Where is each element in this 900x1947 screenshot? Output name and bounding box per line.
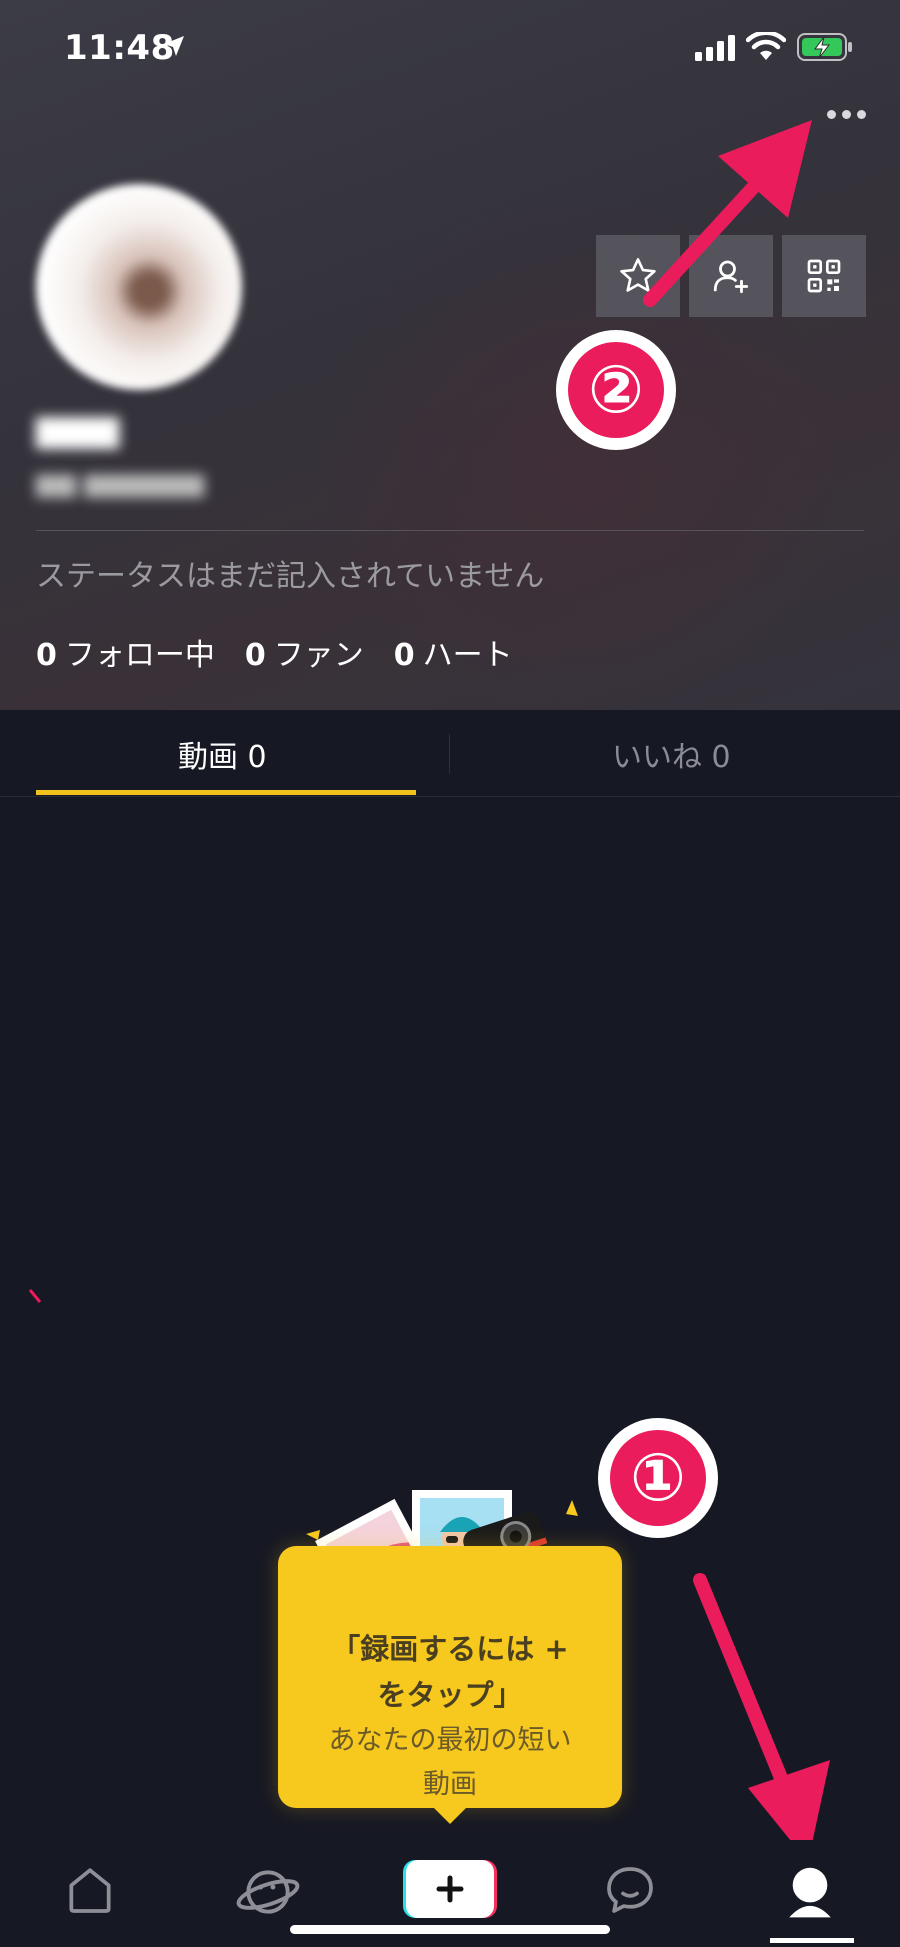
home-icon[interactable]: [62, 1862, 118, 1918]
tooltip-line-3: あなたの最初の短い: [328, 1725, 572, 1756]
create-button[interactable]: [403, 1860, 497, 1918]
content-tabs: 動画 0 いいね 0: [0, 710, 900, 797]
tooltip-line-1: 「録画するには +: [331, 1632, 569, 1666]
tooltip-line-4: 動画: [423, 1769, 477, 1800]
discover-icon[interactable]: [236, 1862, 300, 1922]
arrow-to-profile: [693, 1573, 830, 1862]
tooltip-line-2: をタップ」: [377, 1678, 523, 1712]
stray-mark: [28, 1289, 42, 1303]
messages-icon[interactable]: [600, 1862, 660, 1918]
tooltip-pointer: [432, 1806, 468, 1824]
record-hint-tooltip[interactable]: 「録画するには + をタップ」 あなたの最初の短い 動画: [278, 1546, 622, 1824]
active-nav-indicator: [770, 1938, 854, 1943]
tab-videos[interactable]: 動画 0: [178, 732, 267, 776]
profile-icon[interactable]: [782, 1862, 838, 1922]
tab-separator: [449, 734, 450, 774]
plus-icon: [436, 1875, 464, 1903]
annotation-1: ①: [598, 1418, 718, 1538]
tab-likes[interactable]: いいね 0: [612, 732, 731, 776]
home-indicator: [290, 1925, 610, 1934]
active-tab-indicator: [36, 790, 416, 795]
arrow-to-more: [643, 120, 812, 307]
